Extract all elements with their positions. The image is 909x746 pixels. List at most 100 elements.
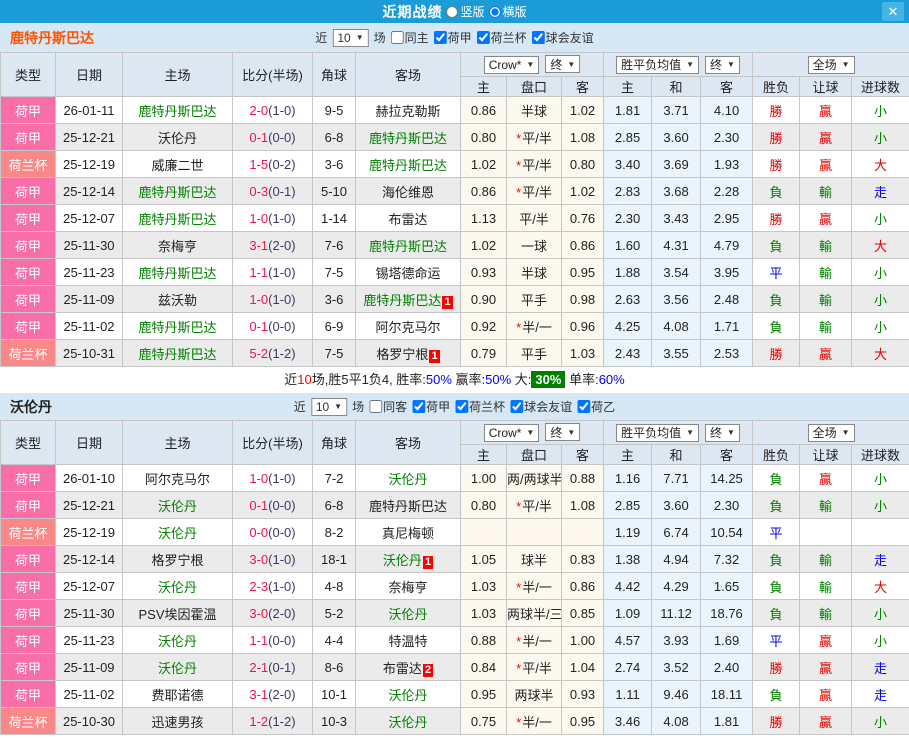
summary-part: 赢率:: [451, 372, 486, 387]
competition-type-cell: 荷甲: [0, 231, 56, 259]
halftime-score: (1-0): [268, 264, 296, 280]
home-team-cell: 鹿特丹斯巴达: [122, 177, 233, 205]
match-date-cell: 25-11-09: [55, 285, 123, 313]
league-filter-0[interactable]: 荷甲: [412, 398, 450, 415]
avg-final-select[interactable]: 终 ▼: [705, 423, 740, 442]
avg-home-cell: 1.81: [603, 96, 653, 124]
handicap-result-cell: 贏: [799, 680, 853, 708]
horizontal-layout-radio[interactable]: [488, 5, 501, 18]
avg-final-select[interactable]: 终 ▼: [705, 55, 740, 74]
scope-select[interactable]: 全场 ▼: [807, 55, 855, 74]
odds-final-select[interactable]: 终 ▼: [545, 423, 581, 442]
home-odds-cell: 0.80: [460, 123, 507, 151]
team-label: 沃伦丹: [157, 525, 197, 541]
same-venue-filter[interactable]: 同客: [369, 398, 407, 415]
match-row: 荷甲 25-11-30 奈梅亨 3-1(2-0) 7-6 鹿特丹斯巴达 1.02 一球 0.86…: [0, 231, 909, 259]
column-header: 日期: [55, 420, 123, 465]
layout-horizontal-option[interactable]: 横版: [488, 3, 527, 20]
match-date-cell: 25-11-02: [55, 312, 123, 340]
avg-type-select[interactable]: 胜平负均值 ▼: [616, 423, 700, 442]
league-filter-1-checkbox[interactable]: [476, 31, 490, 44]
league-filter-0-checkbox[interactable]: [412, 400, 426, 413]
home-odds-cell: 0.80: [460, 491, 507, 519]
avg-home-cell: 3.46: [603, 707, 653, 735]
team-label: 真尼梅顿: [381, 525, 434, 541]
handicap-line: 平/半: [522, 498, 552, 514]
away-odds-cell: 0.95: [560, 707, 605, 735]
away-team-cell: 鹿特丹斯巴达: [355, 491, 461, 519]
avg-draw-cell: 3.68: [651, 177, 702, 205]
avg-away-cell: 2.53: [700, 339, 754, 367]
corners-cell: 8-2: [312, 518, 356, 546]
halftime-score: (2-0): [268, 237, 296, 253]
same-venue-filter-checkbox[interactable]: [390, 31, 404, 44]
home-team-cell: 奈梅亨: [122, 231, 233, 259]
home-team-cell: 阿尔克马尔: [122, 464, 233, 492]
home-odds-cell: 1.02: [460, 231, 507, 259]
home-odds-cell: 0.86: [460, 96, 507, 124]
sub-column-header: 客: [700, 444, 754, 465]
match-result-cell: 勝: [752, 150, 801, 178]
match-row: 荷兰杯 25-12-19 沃伦丹 0-0(0-0) 8-2 真尼梅顿 1.19 6.74 10.…: [0, 518, 909, 546]
handicap-line: 一球: [520, 238, 547, 254]
handicap-line-cell: 半球: [506, 258, 562, 286]
match-row: 荷甲 26-01-10 阿尔克马尔 1-0(1-0) 7-2 沃伦丹 1.00 两/两球半 0.…: [0, 464, 909, 492]
league-filter-1[interactable]: 荷兰杯: [476, 29, 527, 46]
layout-vertical-option[interactable]: 竖版: [446, 3, 485, 20]
fulltime-score: 1-0: [249, 210, 269, 226]
away-team-cell: 沃伦丹: [355, 707, 461, 735]
vertical-layout-label: 竖版: [460, 5, 485, 19]
league-filter-1-checkbox[interactable]: [455, 400, 469, 413]
same-venue-filter[interactable]: 同主: [390, 29, 429, 46]
avg-type-select[interactable]: 胜平负均值 ▼: [616, 55, 700, 74]
goals-result-cell: 走: [851, 653, 909, 681]
dropdown-arrow-icon: ▼: [841, 428, 850, 437]
sub-column-header: 盘口: [506, 76, 562, 97]
halftime-score: (1-0): [268, 291, 296, 307]
avg-home-cell: 1.60: [603, 231, 653, 259]
handicap-line-cell: *平/半: [506, 150, 562, 178]
league-filter-3-checkbox[interactable]: [577, 400, 591, 413]
home-team-cell: 鹿特丹斯巴达: [122, 312, 233, 340]
home-odds-cell: 0.86: [460, 177, 507, 205]
match-result-cell: 負: [752, 464, 801, 492]
league-filter-0[interactable]: 荷甲: [433, 29, 472, 46]
odds-final-select[interactable]: 终 ▼: [545, 55, 581, 74]
home-odds-cell: 0.75: [460, 707, 507, 735]
match-result-cell: 負: [752, 545, 801, 573]
away-team-cell: 鹿特丹斯巴达: [355, 231, 461, 259]
recent-count-select[interactable]: 10 ▼: [310, 397, 348, 416]
league-filter-2[interactable]: 球会友谊: [531, 29, 594, 46]
corners-cell: 7-2: [312, 464, 356, 492]
team-label: 鹿特丹斯巴达: [368, 498, 447, 514]
competition-type-cell: 荷甲: [0, 177, 56, 205]
same-venue-filter-checkbox[interactable]: [369, 400, 383, 413]
league-filter-1[interactable]: 荷兰杯: [455, 398, 505, 415]
league-filter-2-checkbox[interactable]: [531, 31, 545, 44]
recent-count-select[interactable]: 10 ▼: [332, 28, 369, 47]
league-filter-2-checkbox[interactable]: [510, 400, 524, 413]
close-button[interactable]: ✕: [882, 2, 904, 21]
bookmaker-select[interactable]: Crow* ▼: [483, 423, 540, 442]
match-row: 荷甲 25-12-14 格罗宁根 3-0(1-0) 18-1 沃伦丹 1 1.05 球半 0.83…: [0, 545, 909, 573]
away-team-cell: 沃伦丹: [355, 599, 461, 627]
sub-column-header: 客: [560, 76, 605, 97]
score-cell: 1-5(0-2): [232, 150, 313, 178]
column-header: 主场: [122, 52, 233, 97]
avg-away-cell: 4.79: [700, 231, 754, 259]
bookmaker-select[interactable]: Crow* ▼: [483, 55, 540, 74]
league-filter-2[interactable]: 球会友谊: [510, 398, 572, 415]
away-team-cell: 真尼梅顿: [355, 518, 461, 546]
halftime-score: (0-0): [268, 524, 296, 540]
vertical-layout-radio[interactable]: [446, 5, 459, 18]
avg-away-cell: 7.32: [700, 545, 754, 573]
handicap-result-cell: 贏: [799, 464, 853, 492]
handicap-line-cell: *平/半: [506, 491, 562, 519]
team-label: 特温特: [388, 633, 428, 649]
league-filter-0-checkbox[interactable]: [433, 31, 447, 44]
scope-select[interactable]: 全场 ▼: [807, 423, 855, 442]
handicap-line-cell: *半/一: [506, 626, 562, 654]
goals-result-cell: 小: [851, 123, 909, 151]
team-label: 沃伦丹: [157, 633, 197, 649]
league-filter-3[interactable]: 荷乙: [577, 398, 615, 415]
